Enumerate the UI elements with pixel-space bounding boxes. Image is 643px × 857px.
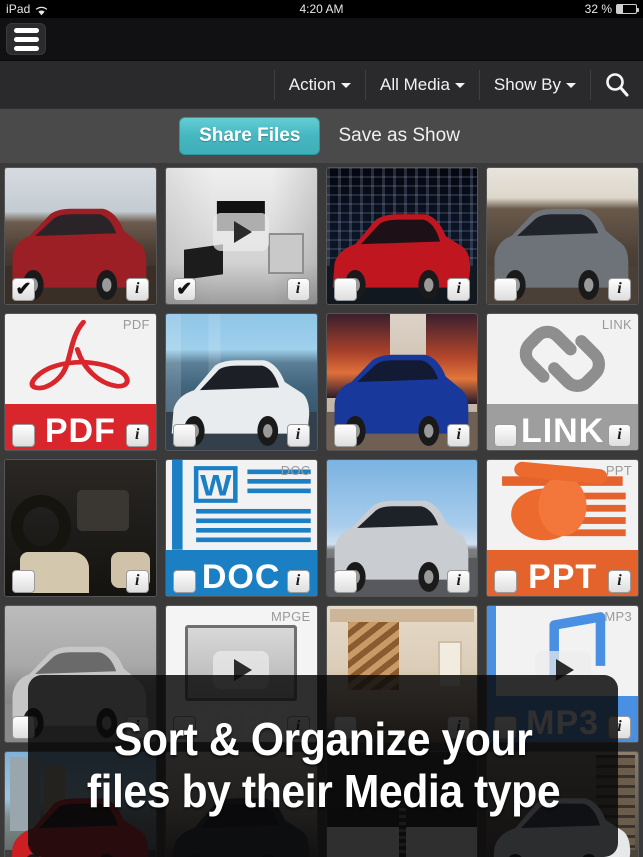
file-type-tag: LINK <box>601 317 632 332</box>
info-icon: i <box>135 280 140 297</box>
tab-share-files[interactable]: Share Files <box>179 117 321 155</box>
info-icon: i <box>456 426 461 443</box>
file-type-tag: MPGE <box>271 609 311 624</box>
menu-item-action-label: Action <box>288 74 336 94</box>
info-icon: i <box>295 572 301 589</box>
top-bar <box>0 18 643 60</box>
promo-overlay: Sort & Organize your files by their Medi… <box>28 675 618 857</box>
svg-text:W: W <box>200 468 232 502</box>
chevron-down-icon <box>340 83 351 88</box>
checkbox-unchecked[interactable] <box>12 423 35 447</box>
media-grid-item[interactable]: i <box>486 167 639 305</box>
info-button[interactable]: i <box>125 569 149 593</box>
play-icon[interactable] <box>213 212 270 251</box>
info-button[interactable]: i <box>447 423 471 447</box>
info-icon: i <box>295 280 301 297</box>
checkbox-unchecked[interactable] <box>12 569 35 593</box>
info-button[interactable]: i <box>286 277 310 301</box>
info-button[interactable]: i <box>286 569 310 593</box>
media-grid-item[interactable]: PPT PPT i <box>486 459 639 597</box>
checkbox-checked[interactable]: ✔ <box>12 277 35 301</box>
menu-item-show-by-label: Show By <box>493 74 561 94</box>
info-icon: i <box>135 572 140 589</box>
search-icon[interactable] <box>591 65 643 105</box>
media-grid-item[interactable]: ✔ i <box>4 167 157 305</box>
status-bar-clock: 4:20 AM <box>299 2 344 16</box>
menu-item-show-by[interactable]: Show By <box>480 69 591 100</box>
device-name: iPad <box>6 2 31 16</box>
hamburger-menu-icon[interactable] <box>6 23 46 55</box>
info-icon: i <box>135 426 140 443</box>
info-icon: i <box>617 426 622 443</box>
info-button[interactable]: i <box>447 569 471 593</box>
chevron-down-icon <box>454 83 465 88</box>
checkbox-unchecked[interactable] <box>333 423 357 447</box>
battery-icon <box>616 4 639 14</box>
info-icon: i <box>295 426 301 443</box>
media-grid-item[interactable]: i <box>4 459 157 597</box>
checkbox-unchecked[interactable] <box>494 277 518 301</box>
checkbox-unchecked[interactable] <box>172 569 196 593</box>
menu-bar: Action All Media Show By <box>0 60 643 108</box>
info-button[interactable]: i <box>125 277 149 301</box>
info-icon: i <box>456 280 461 297</box>
menu-item-all-media-label: All Media <box>379 74 450 94</box>
info-button[interactable]: i <box>608 423 631 447</box>
info-button[interactable]: i <box>447 277 471 301</box>
info-button[interactable]: i <box>608 277 631 301</box>
checkbox-checked[interactable]: ✔ <box>172 277 196 301</box>
check-icon: ✔ <box>176 278 193 300</box>
info-button[interactable]: i <box>125 423 149 447</box>
media-grid-item[interactable]: LINK LINK i <box>486 313 639 451</box>
checkbox-unchecked[interactable] <box>333 277 357 301</box>
file-type-tag: MP3 <box>604 609 632 624</box>
menu-item-all-media[interactable]: All Media <box>366 69 480 100</box>
info-icon: i <box>456 572 461 589</box>
info-button[interactable]: i <box>286 423 310 447</box>
checkbox-unchecked[interactable] <box>172 423 196 447</box>
media-grid-item[interactable]: ✔ i <box>164 167 318 305</box>
status-bar-left: iPad <box>6 2 48 16</box>
media-grid-item[interactable]: i <box>164 313 318 451</box>
media-grid-item[interactable]: W DOC DOC i <box>164 459 318 597</box>
info-icon: i <box>617 280 622 297</box>
info-button[interactable]: i <box>608 569 631 593</box>
checkbox-unchecked[interactable] <box>494 423 518 447</box>
check-icon: ✔ <box>15 278 32 300</box>
promo-overlay-line-1: Sort & Organize your <box>113 713 533 766</box>
wifi-icon <box>35 5 48 16</box>
media-grid-item[interactable]: i <box>325 167 479 305</box>
checkbox-unchecked[interactable] <box>333 569 357 593</box>
file-type-tag: PDF <box>122 317 150 332</box>
media-grid-item[interactable]: i <box>325 313 479 451</box>
battery-percent: 32 % <box>584 2 612 16</box>
ipad-screen: iPad 4:20 AM 32 % Action All Media Show … <box>0 0 643 857</box>
menu-item-action[interactable]: Action <box>273 69 366 100</box>
file-type-tag: PPT <box>605 463 632 478</box>
checkbox-unchecked[interactable] <box>494 569 518 593</box>
info-icon: i <box>617 572 622 589</box>
chevron-down-icon <box>566 83 576 88</box>
tab-save-as-show[interactable]: Save as Show <box>334 118 463 154</box>
promo-overlay-line-2: files by their Media type <box>86 765 560 817</box>
media-grid-item[interactable]: PDF PDF i <box>4 313 157 451</box>
media-grid-item[interactable]: i <box>325 459 479 597</box>
status-bar-right: 32 % <box>584 2 639 16</box>
tab-bar: Share Files Save as Show <box>0 108 643 163</box>
file-type-tag: DOC <box>280 463 311 478</box>
status-bar: iPad 4:20 AM 32 % <box>0 0 643 18</box>
